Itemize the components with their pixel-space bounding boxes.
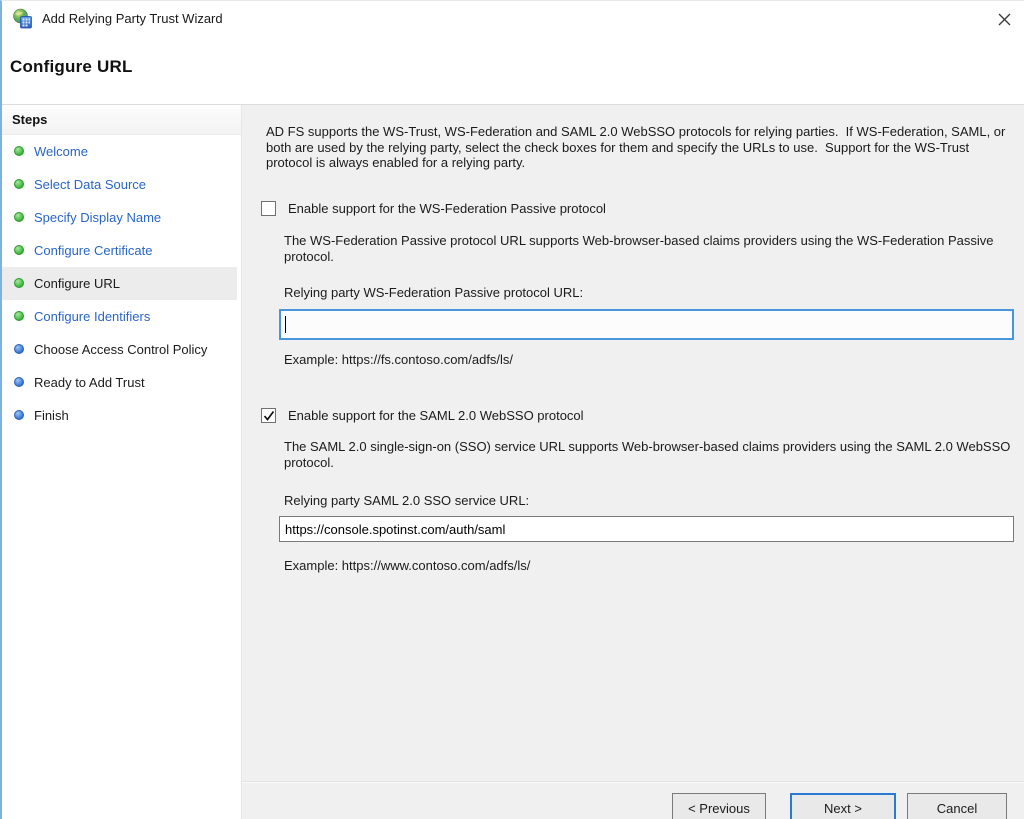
- intro-text: AD FS supports the WS-Trust, WS-Federati…: [266, 124, 1014, 171]
- step-status-dot-icon: [14, 377, 24, 387]
- step-status-dot-icon: [14, 179, 24, 189]
- sidebar-step-label: Select Data Source: [34, 176, 146, 193]
- wsfed-url-input-wrap: [279, 309, 1014, 340]
- page-title: Configure URL: [10, 57, 133, 77]
- saml-url-label: Relying party SAML 2.0 SSO service URL:: [284, 493, 529, 508]
- steps-sidebar: Steps Welcome Select Data Source Specify…: [2, 105, 242, 819]
- sidebar-step-label: Ready to Add Trust: [34, 374, 145, 391]
- wizard-body: Steps Welcome Select Data Source Specify…: [2, 104, 1024, 819]
- text-cursor-icon: [285, 316, 286, 333]
- step-status-dot-icon: [14, 344, 24, 354]
- step-status-dot-icon: [14, 278, 24, 288]
- wsfed-example-text: Example: https://fs.contoso.com/adfs/ls/: [284, 352, 513, 367]
- adfs-app-icon: [12, 8, 34, 30]
- wsfed-checkbox[interactable]: [261, 201, 276, 216]
- sidebar-step-label: Finish: [34, 407, 69, 424]
- sidebar-step: Ready to Add Trust: [2, 366, 241, 399]
- configure-url-panel: AD FS supports the WS-Trust, WS-Federati…: [242, 105, 1024, 819]
- title-bar: Add Relying Party Trust Wizard: [2, 1, 1024, 37]
- close-button[interactable]: [990, 5, 1018, 33]
- step-status-dot-icon: [14, 311, 24, 321]
- sidebar-step-label: Choose Access Control Policy: [34, 341, 207, 358]
- saml-example-text: Example: https://www.contoso.com/adfs/ls…: [284, 558, 530, 573]
- close-icon: [997, 12, 1012, 27]
- wsfed-url-label: Relying party WS-Federation Passive prot…: [284, 285, 583, 300]
- cancel-button[interactable]: Cancel: [907, 793, 1007, 819]
- step-status-dot-icon: [14, 245, 24, 255]
- wizard-window: Add Relying Party Trust Wizard Configure…: [0, 0, 1024, 819]
- sidebar-step: Configure Identifiers: [2, 300, 241, 333]
- wsfed-description: The WS-Federation Passive protocol URL s…: [284, 233, 996, 264]
- saml-url-input[interactable]: [279, 516, 1014, 542]
- sidebar-step: Specify Display Name: [2, 201, 241, 234]
- wsfed-url-input[interactable]: [279, 309, 1014, 340]
- window-title: Add Relying Party Trust Wizard: [42, 11, 223, 26]
- step-status-dot-icon: [14, 146, 24, 156]
- saml-url-input-wrap: [279, 516, 1014, 542]
- wsfed-checkbox-label[interactable]: Enable support for the WS-Federation Pas…: [288, 201, 606, 216]
- sidebar-step: Finish: [2, 399, 241, 432]
- sidebar-step-label: Welcome: [34, 143, 88, 160]
- sidebar-step-label: Configure URL: [34, 275, 120, 292]
- saml-description: The SAML 2.0 single-sign-on (SSO) servic…: [284, 439, 1020, 470]
- sidebar-step-label: Configure Identifiers: [34, 308, 150, 325]
- sidebar-step-label: Specify Display Name: [34, 209, 161, 226]
- step-status-dot-icon: [14, 212, 24, 222]
- previous-button[interactable]: < Previous: [672, 793, 766, 819]
- sidebar-step: Choose Access Control Policy: [2, 333, 241, 366]
- saml-checkbox-row: Enable support for the SAML 2.0 WebSSO p…: [261, 408, 584, 423]
- sidebar-step: Configure URL: [2, 267, 237, 300]
- saml-checkbox-label[interactable]: Enable support for the SAML 2.0 WebSSO p…: [288, 408, 584, 423]
- next-button[interactable]: Next >: [790, 793, 896, 819]
- sidebar-step: Welcome: [2, 135, 241, 168]
- wsfed-checkbox-row: Enable support for the WS-Federation Pas…: [261, 201, 606, 216]
- steps-header: Steps: [2, 105, 241, 135]
- step-status-dot-icon: [14, 410, 24, 420]
- footer-divider: [242, 781, 1024, 783]
- steps-list: Welcome Select Data Source Specify Displ…: [2, 135, 241, 432]
- sidebar-step: Select Data Source: [2, 168, 241, 201]
- sidebar-step: Configure Certificate: [2, 234, 241, 267]
- sidebar-step-label: Configure Certificate: [34, 242, 153, 259]
- saml-checkbox[interactable]: [261, 408, 276, 423]
